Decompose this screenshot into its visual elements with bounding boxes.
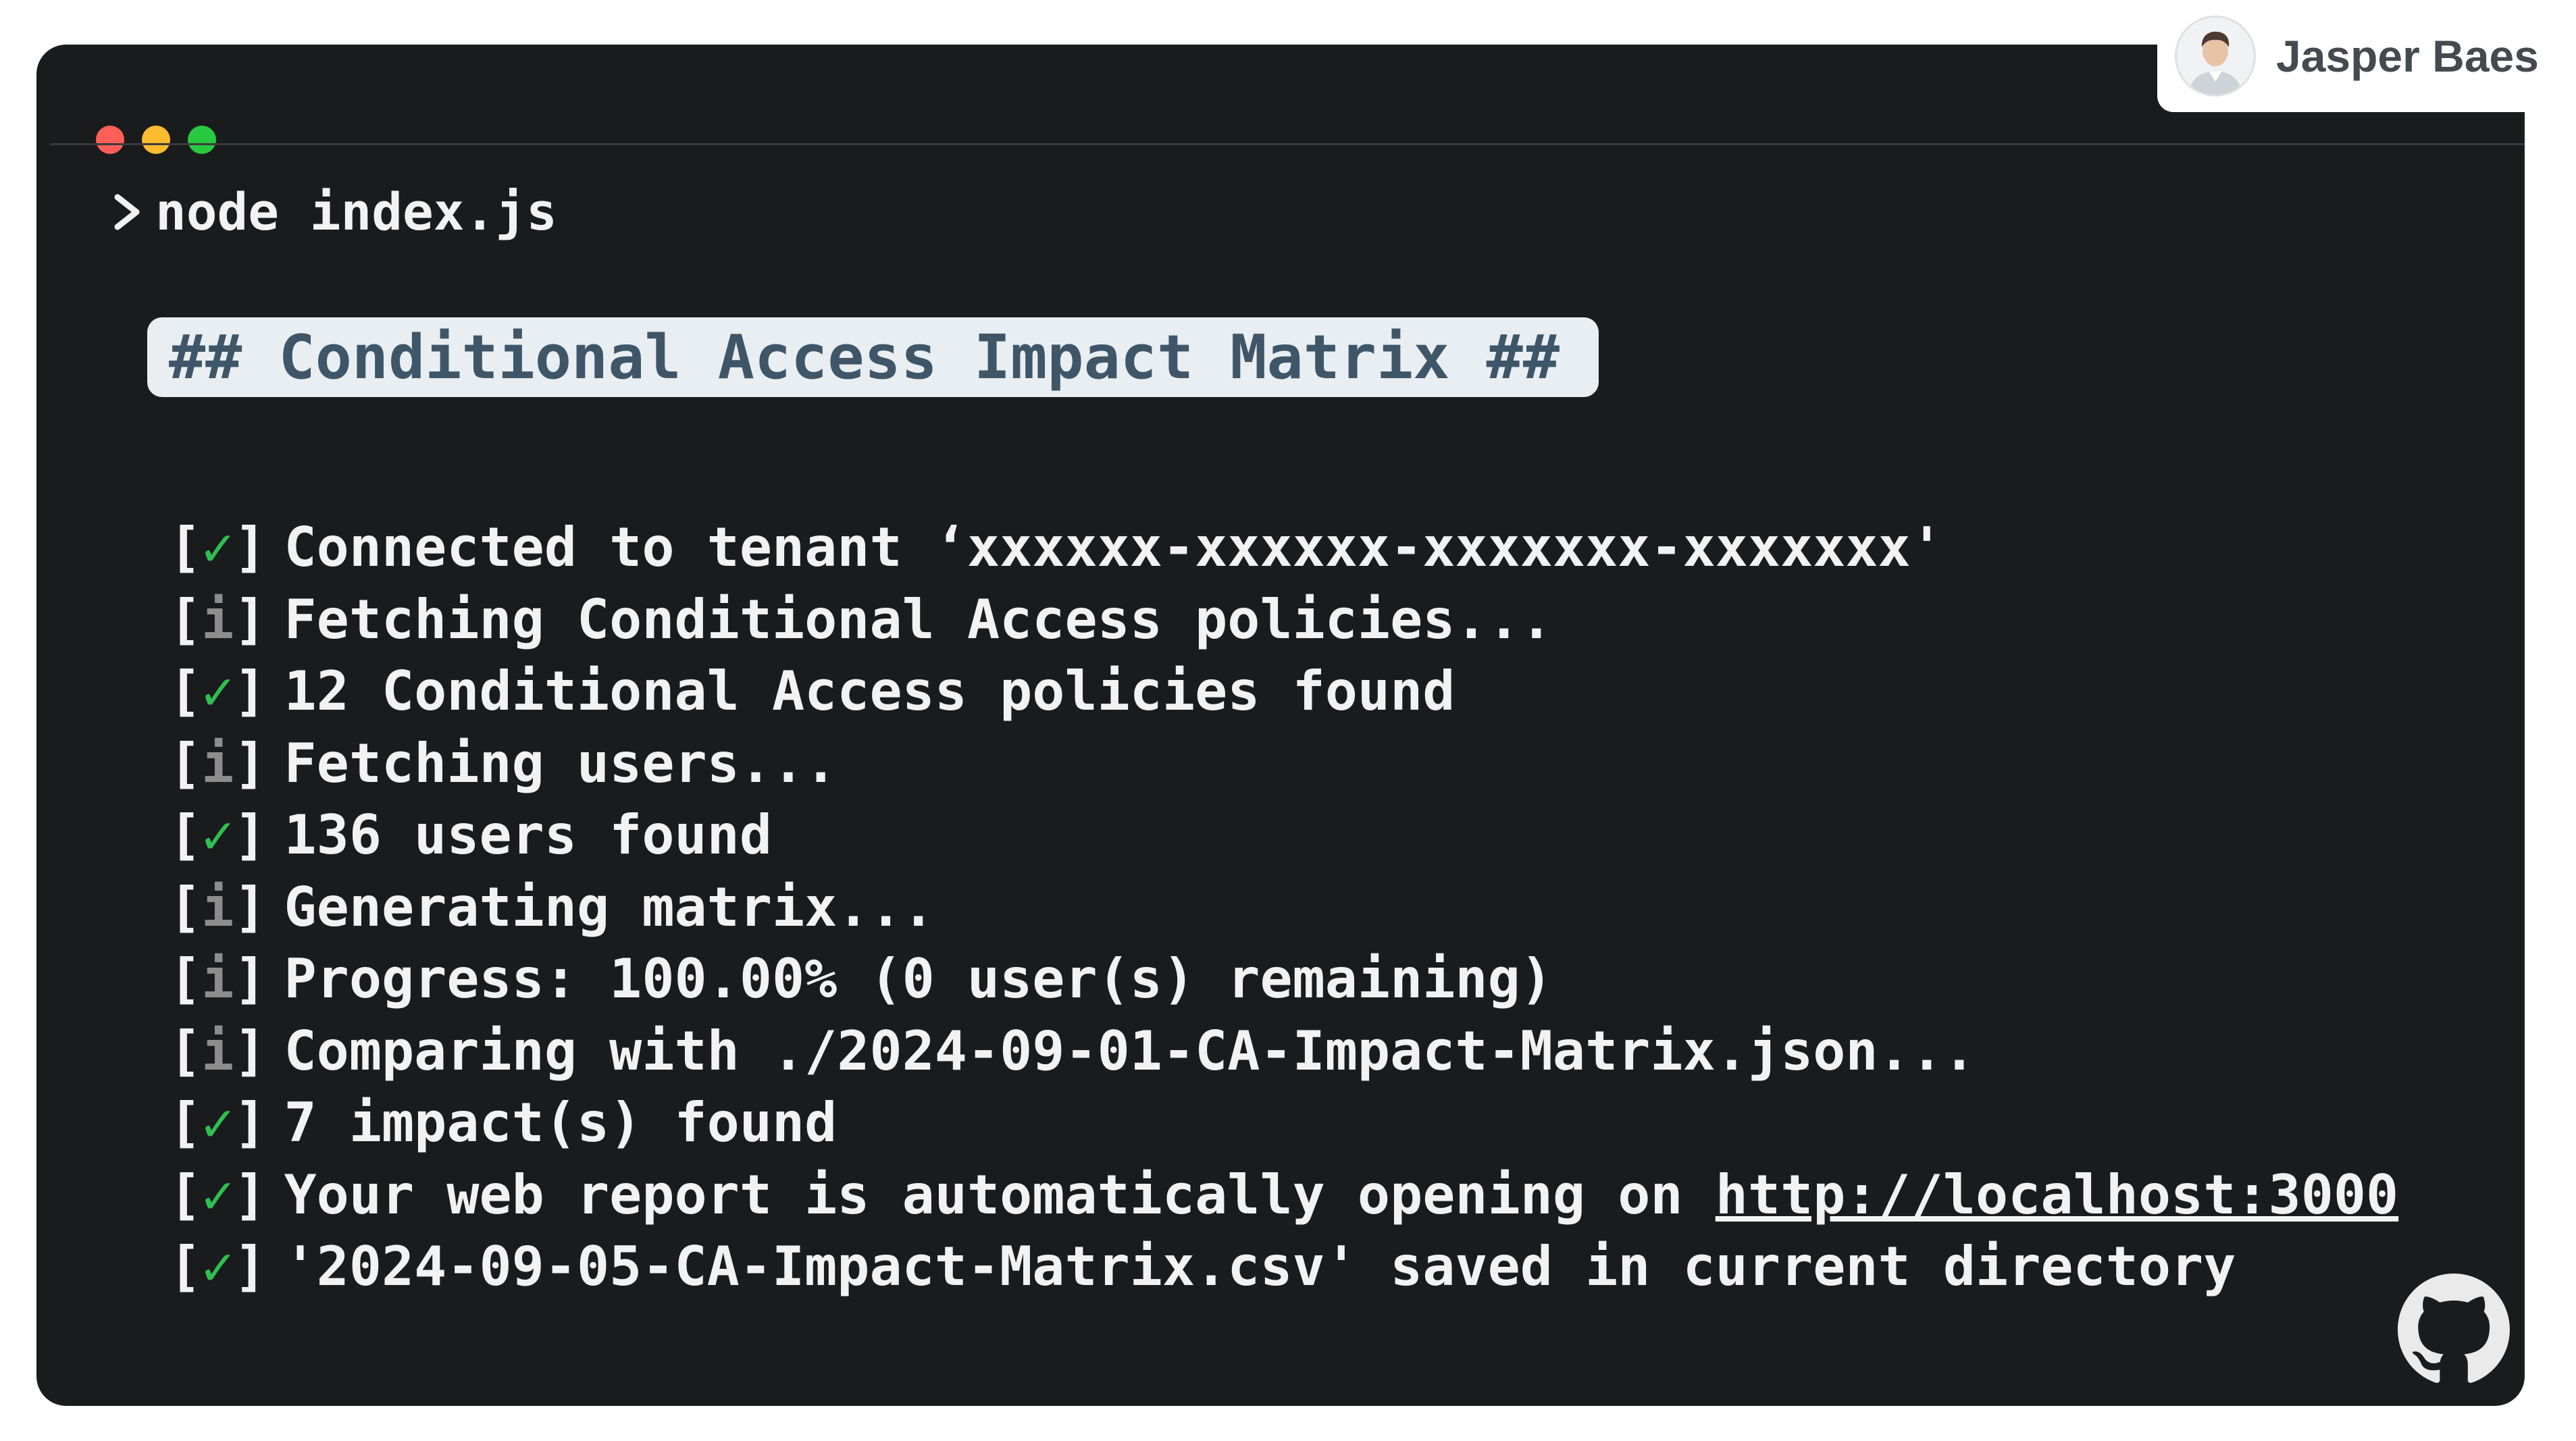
log-message: Your web report is automatically opening… xyxy=(284,1163,1716,1226)
status-bracket-open: [ xyxy=(169,1019,202,1082)
checkmark-icon: ✓ xyxy=(201,1163,234,1226)
checkmark-icon: ✓ xyxy=(201,660,234,723)
log-line: [i] Progress: 100.00% (0 user(s) remainin… xyxy=(169,943,2398,1016)
log-line: [✓] 136 users found xyxy=(169,800,2398,872)
report-link[interactable]: http://localhost:3000 xyxy=(1716,1159,2398,1232)
log-message: 7 impact(s) found xyxy=(284,1091,838,1154)
prompt-chevron-icon xyxy=(114,194,140,230)
person-avatar xyxy=(2175,16,2256,97)
log-message: Comparing with ./2024-09-01-CA-Impact-Ma… xyxy=(284,1019,1976,1082)
status-bracket-close: ] xyxy=(234,587,267,651)
status-bracket-open: [ xyxy=(169,1235,202,1298)
status-bracket-open: [ xyxy=(169,660,202,723)
window-controls xyxy=(96,126,216,154)
log-line: [i] Fetching Conditional Access policies.… xyxy=(169,584,2398,656)
status-bracket-close: ] xyxy=(234,1235,267,1298)
status-bracket-open: [ xyxy=(169,1091,202,1154)
status-bracket-close: ] xyxy=(234,804,267,866)
log-line: [✓] Your web report is automatically open… xyxy=(169,1159,2398,1232)
log-message: Fetching Conditional Access policies... xyxy=(284,587,1553,651)
command-text: node index.js xyxy=(155,182,557,242)
status-bracket-close: ] xyxy=(234,660,267,723)
log-message: Progress: 100.00% (0 user(s) remaining) xyxy=(284,947,1553,1010)
maximize-dot[interactable] xyxy=(188,126,216,154)
log-line: [i] Fetching users... xyxy=(169,728,2398,800)
checkmark-icon: ✓ xyxy=(201,1091,234,1154)
log-message: Generating matrix... xyxy=(284,875,935,939)
checkmark-icon: ✓ xyxy=(201,804,234,866)
log-line: [i] Comparing with ./2024-09-01-CA-Impact… xyxy=(169,1016,2398,1088)
author-tag: Jasper Baes xyxy=(2157,0,2576,112)
status-bracket-open: [ xyxy=(169,731,202,795)
checkmark-icon: ✓ xyxy=(201,516,234,579)
terminal-window: node index.js ## Conditional Access Impa… xyxy=(36,45,2525,1406)
minimize-dot[interactable] xyxy=(142,126,170,154)
info-icon: i xyxy=(201,1019,234,1082)
status-bracket-open: [ xyxy=(169,587,202,651)
status-bracket-close: ] xyxy=(234,1019,267,1082)
command-prompt: node index.js xyxy=(111,186,557,238)
log-line: [i] Generating matrix... xyxy=(169,872,2398,944)
info-icon: i xyxy=(201,587,234,651)
log-message: 12 Conditional Access policies found xyxy=(284,660,1456,723)
status-bracket-close: ] xyxy=(234,1091,267,1154)
log-message: Fetching users... xyxy=(284,731,838,795)
status-bracket-close: ] xyxy=(234,1163,267,1226)
status-bracket-open: [ xyxy=(169,516,202,579)
close-dot[interactable] xyxy=(96,126,124,154)
author-name: Jasper Baes xyxy=(2276,31,2539,81)
info-icon: i xyxy=(201,875,234,939)
log-message: 136 users found xyxy=(284,804,772,866)
log-line: [✓] 7 impact(s) found xyxy=(169,1087,2398,1159)
status-bracket-close: ] xyxy=(234,875,267,939)
status-bracket-open: [ xyxy=(169,804,202,866)
checkmark-icon: ✓ xyxy=(201,1235,234,1298)
status-bracket-open: [ xyxy=(169,947,202,1010)
log-line: [✓] '2024-09-05-CA-Impact-Matrix.csv' sav… xyxy=(169,1231,2398,1303)
matrix-heading: ## Conditional Access Impact Matrix ## xyxy=(147,317,1599,397)
status-bracket-open: [ xyxy=(169,1163,202,1226)
info-icon: i xyxy=(201,731,234,795)
info-icon: i xyxy=(201,947,234,1010)
titlebar-divider xyxy=(50,143,2525,145)
log-line: [✓] 12 Conditional Access policies found xyxy=(169,656,2398,728)
github-icon[interactable] xyxy=(2398,1274,2510,1386)
status-bracket-close: ] xyxy=(234,731,267,795)
status-bracket-open: [ xyxy=(169,875,202,939)
status-bracket-close: ] xyxy=(234,516,267,579)
output-log: [✓] Connected to tenant ‘xxxxxx-xxxxxx-xx… xyxy=(169,512,2398,1303)
log-message: Connected to tenant ‘xxxxxx-xxxxxx-xxxxx… xyxy=(284,516,1943,579)
log-message: '2024-09-05-CA-Impact-Matrix.csv' saved … xyxy=(284,1235,2236,1298)
log-line: [✓] Connected to tenant ‘xxxxxx-xxxxxx-xx… xyxy=(169,512,2398,584)
status-bracket-close: ] xyxy=(234,947,267,1010)
